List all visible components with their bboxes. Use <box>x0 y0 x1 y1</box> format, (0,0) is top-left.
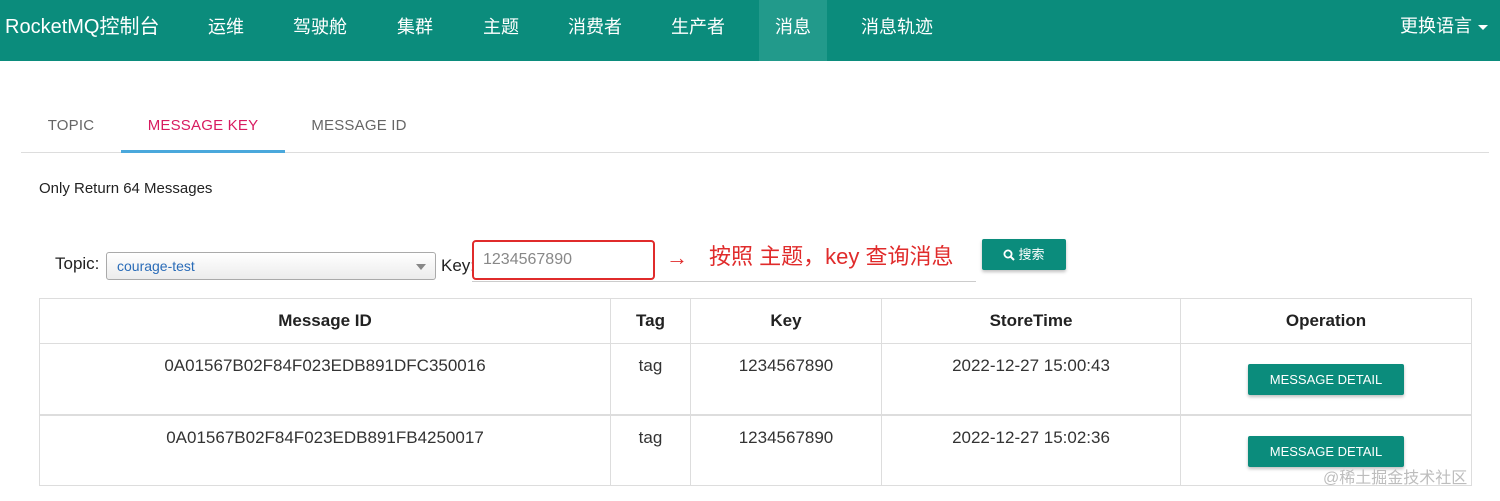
key-input[interactable]: 1234567890 <box>472 240 655 280</box>
cell-store-time: 2022-12-27 15:02:36 <box>881 413 1181 486</box>
table-row: 0A01567B02F84F023EDB891DFC350016 tag 123… <box>39 343 1472 415</box>
cell-store-time: 2022-12-27 15:00:43 <box>881 343 1181 415</box>
header-store-time: StoreTime <box>881 298 1181 344</box>
language-dropdown[interactable]: 更换语言 <box>1400 0 1488 61</box>
cell-message-id: 0A01567B02F84F023EDB891DFC350016 <box>39 343 611 415</box>
language-label: 更换语言 <box>1400 16 1472 36</box>
topic-select-value: courage-test <box>117 258 195 274</box>
cell-key: 1234567890 <box>690 413 882 486</box>
caret-down-icon <box>1478 24 1488 30</box>
cell-key: 1234567890 <box>690 343 882 415</box>
select-arrow-icon <box>416 264 426 270</box>
watermark: @稀土掘金技术社区 <box>1323 470 1468 487</box>
top-navbar: RocketMQ控制台 运维 驾驶舱 集群 主题 消费者 生产者 消息 消息轨迹… <box>0 0 1500 61</box>
header-operation: Operation <box>1180 298 1472 344</box>
message-table: Message ID Tag Key StoreTime Operation 0… <box>39 298 1472 486</box>
tab-topic[interactable]: TOPIC <box>31 104 111 152</box>
nav-item-message-trace[interactable]: 消息轨迹 <box>848 0 946 61</box>
tab-message-key[interactable]: MESSAGE KEY <box>121 104 285 152</box>
header-message-id: Message ID <box>39 298 611 344</box>
nav-item-ops[interactable]: 运维 <box>189 0 263 61</box>
result-limit-note: Only Return 64 Messages <box>39 180 213 197</box>
key-field-underline <box>472 281 976 282</box>
table-header-row: Message ID Tag Key StoreTime Operation <box>39 298 1472 344</box>
search-button-label: 搜索 <box>1018 247 1045 262</box>
annotation-arrow: → <box>666 245 688 270</box>
message-detail-button[interactable]: MESSAGE DETAIL <box>1248 435 1404 467</box>
cell-message-id: 0A01567B02F84F023EDB891FB4250017 <box>39 413 611 486</box>
nav-item-cluster[interactable]: 集群 <box>378 0 452 61</box>
active-tab-indicator <box>121 150 285 153</box>
nav-item-dashboard[interactable]: 驾驶舱 <box>278 0 362 61</box>
topic-label: Topic: <box>55 254 100 273</box>
topic-select[interactable]: courage-test <box>106 252 436 280</box>
search-button[interactable]: 搜索 <box>982 239 1066 270</box>
header-tag: Tag <box>610 298 691 344</box>
nav-item-message[interactable]: 消息 <box>759 0 827 61</box>
key-label: Key: <box>441 256 476 275</box>
tab-message-id[interactable]: MESSAGE ID <box>295 104 423 152</box>
table-row: 0A01567B02F84F023EDB891FB4250017 tag 123… <box>39 413 1472 486</box>
nav-item-topic[interactable]: 主题 <box>464 0 538 61</box>
annotation-text: 按照 主题，key 查询消息 <box>709 244 954 269</box>
cell-operation: MESSAGE DETAIL <box>1180 343 1472 415</box>
cell-tag: tag <box>610 343 691 415</box>
search-icon <box>1003 249 1016 261</box>
message-detail-button[interactable]: MESSAGE DETAIL <box>1248 364 1404 395</box>
brand-title[interactable]: RocketMQ控制台 <box>5 0 159 61</box>
nav-item-producer[interactable]: 生产者 <box>653 0 743 61</box>
cell-tag: tag <box>610 413 691 486</box>
nav-item-consumer[interactable]: 消费者 <box>551 0 639 61</box>
header-key: Key <box>690 298 882 344</box>
